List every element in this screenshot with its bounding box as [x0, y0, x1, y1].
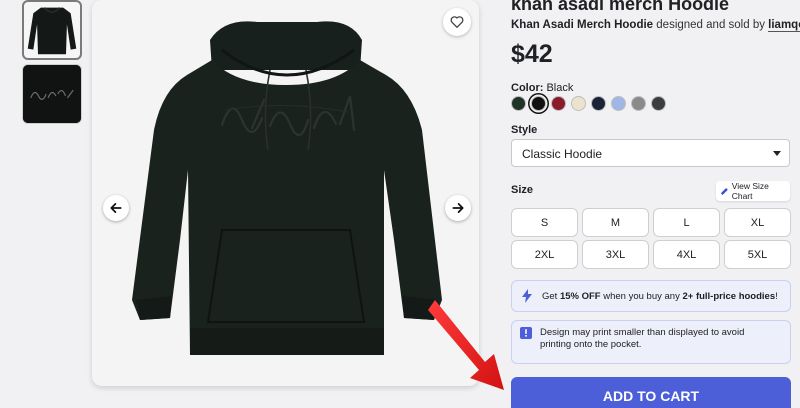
- style-select-value: Classic Hoodie: [522, 147, 603, 161]
- ruler-icon: [720, 187, 728, 195]
- promo-text: Get 15% OFF when you buy any 2+ full-pri…: [542, 291, 778, 302]
- style-label: Style: [511, 124, 538, 136]
- promo-banner: Get 15% OFF when you buy any 2+ full-pri…: [511, 280, 791, 312]
- designer-link[interactable]: liamqopmon: [768, 19, 800, 32]
- size-option-4xl[interactable]: 4XL: [653, 240, 720, 269]
- arrow-left-icon: [110, 203, 122, 213]
- promo-pre: Get: [542, 290, 560, 302]
- product-page: khan asadi merch Hoodie Khan Asadi Merch…: [0, 0, 800, 408]
- previous-image-button[interactable]: [103, 195, 129, 221]
- product-image: [92, 0, 479, 386]
- product-byline: Khan Asadi Merch Hoodie designed and sol…: [511, 19, 800, 32]
- thumbnail-hoodie[interactable]: [22, 0, 82, 60]
- size-chart-button[interactable]: View Size Chart: [716, 181, 790, 201]
- info-icon: [520, 327, 532, 339]
- color-swatch[interactable]: [511, 96, 526, 111]
- color-swatch[interactable]: [591, 96, 606, 111]
- size-option-5xl[interactable]: 5XL: [724, 240, 791, 269]
- arrow-right-icon: [452, 203, 464, 213]
- size-option-xl[interactable]: XL: [724, 208, 791, 237]
- color-label: Color: Black: [511, 82, 573, 94]
- product-subtitle: Khan Asadi Merch Hoodie: [511, 19, 654, 31]
- caret-down-icon: [773, 151, 781, 156]
- add-to-cart-button[interactable]: ADD TO CART: [511, 377, 791, 408]
- style-select[interactable]: Classic Hoodie: [511, 139, 790, 167]
- thumbnail-design[interactable]: [22, 64, 82, 124]
- lightning-icon: [522, 289, 532, 303]
- size-chart-label: View Size Chart: [731, 181, 769, 201]
- selected-color-name: Black: [543, 82, 574, 94]
- next-image-button[interactable]: [445, 195, 471, 221]
- hoodie-thumbnail-icon: [27, 7, 77, 55]
- color-swatch[interactable]: [611, 96, 626, 111]
- design-thumbnail-icon: [23, 65, 81, 123]
- promo-mid: when you buy any: [600, 290, 683, 302]
- size-options: S M L XL 2XL 3XL 4XL 5XL: [511, 208, 791, 269]
- favorite-button[interactable]: [443, 8, 471, 36]
- size-option-m[interactable]: M: [582, 208, 649, 237]
- color-swatch[interactable]: [571, 96, 586, 111]
- size-option-3xl[interactable]: 3XL: [582, 240, 649, 269]
- size-label: Size: [511, 184, 534, 196]
- product-title: khan asadi merch Hoodie: [511, 0, 730, 14]
- size-option-l[interactable]: L: [653, 208, 720, 237]
- promo-post: !: [775, 290, 778, 302]
- size-option-2xl[interactable]: 2XL: [511, 240, 578, 269]
- color-swatch[interactable]: [651, 96, 666, 111]
- promo-condition: 2+ full-price hoodies: [682, 290, 776, 302]
- color-label-text: Color:: [511, 82, 544, 94]
- heart-icon: [450, 16, 464, 28]
- product-price: $42: [511, 40, 553, 68]
- promo-discount: 15% OFF: [559, 290, 601, 302]
- color-swatch[interactable]: [631, 96, 646, 111]
- color-swatch[interactable]: [551, 96, 566, 111]
- hoodie-image-icon: [132, 21, 442, 355]
- byline-text: designed and sold by: [653, 19, 769, 31]
- notice-text: Design may print smaller than displayed …: [540, 327, 745, 350]
- color-swatches: [511, 96, 666, 111]
- size-option-s[interactable]: S: [511, 208, 578, 237]
- print-notice: Design may print smaller than displayed …: [511, 320, 791, 364]
- color-swatch[interactable]: [531, 96, 546, 111]
